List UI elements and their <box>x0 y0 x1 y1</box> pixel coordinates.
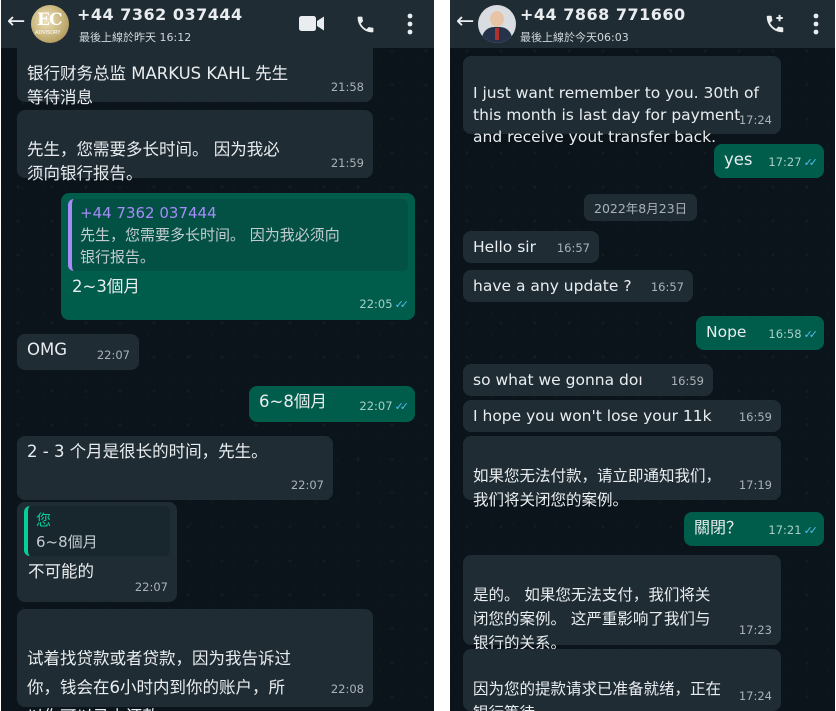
double-check-icon: ✓✓ <box>803 328 819 341</box>
message-text: Nope <box>706 323 747 341</box>
message-time: 16:59 <box>738 410 772 424</box>
video-camera-icon[interactable] <box>299 15 324 32</box>
incoming-message[interactable]: 2 - 3 个月是很长的时间，先生。 22:07 <box>17 436 333 500</box>
incoming-message[interactable]: 是的。 如果您无法支付，我们将关 闭您的案例。 这严重影响了我们与 银行的关系。… <box>463 555 781 652</box>
message-list[interactable]: I just want remember to you. 30th of thi… <box>450 48 835 711</box>
incoming-message[interactable]: 您 6~8個月 不可能的 22:07 <box>17 502 177 602</box>
incoming-message[interactable]: 如果您无法付款，请立即通知我们， 我们将关闭您的案例。 17:19 <box>463 436 781 509</box>
message-text: I hope you won't lose your 11k <box>473 407 712 425</box>
message-text: 6~8個月 <box>259 392 327 411</box>
avatar[interactable] <box>478 5 516 43</box>
incoming-message[interactable]: 因为您的提款请求已准备就绪，正在 银行等待。 17:24 <box>463 649 781 711</box>
quoted-text: 6~8個月 <box>36 533 98 551</box>
outgoing-message[interactable]: 關閉？ 17:21 ✓✓ <box>684 512 824 546</box>
message-text: 關閉？ <box>694 518 743 537</box>
message-text: 先生，您需要多长时间。 因为我必 须向银行报告。 <box>27 140 280 183</box>
incoming-message[interactable]: so what we gonna doı 16:59 <box>463 364 713 396</box>
message-text: 银行财务总监 MARKUS KAHL 先生 等待消息 <box>27 64 289 107</box>
phone-icon[interactable] <box>355 14 376 35</box>
outgoing-message[interactable]: yes 17:27 ✓✓ <box>714 144 824 178</box>
chat-header: ← +44 7868 771660 最後上線於今天06:03 <box>450 0 835 48</box>
message-text: I just want remember to you. 30th of thi… <box>473 84 760 146</box>
message-time: 22:07 <box>134 580 168 594</box>
message-text: 2~3個月 <box>72 277 140 296</box>
message-list[interactable]: 银行财务总监 MARKUS KAHL 先生 等待消息 21:58 先生，您需要多… <box>1 34 434 711</box>
incoming-message[interactable]: have a any update ? 16:57 <box>463 270 693 302</box>
avatar[interactable]: EC ADVISORY <box>31 5 69 43</box>
incoming-message[interactable]: 试着找贷款或者贷款，因为我告诉过 你，钱会在6小时内到你的账户，所 以你可以马上… <box>17 609 373 711</box>
quoted-message[interactable]: 您 6~8個月 <box>24 506 170 556</box>
message-time: 16:57 <box>650 280 684 294</box>
message-time: 22:07 <box>290 478 324 492</box>
message-time: 17:23 <box>738 623 772 637</box>
back-arrow-icon[interactable]: ← <box>456 9 474 34</box>
message-time: 16:58 <box>768 327 802 341</box>
message-time: 21:58 <box>330 80 364 94</box>
avatar-logo-subtext: ADVISORY <box>35 30 61 36</box>
incoming-message[interactable]: 先生，您需要多长时间。 因为我必 须向银行报告。 21:59 <box>17 110 373 183</box>
message-time: 21:59 <box>330 156 364 170</box>
message-text: 试着找贷款或者贷款，因为我告诉过 你，钱会在6小时内到你的账户，所 以你可以马上… <box>27 649 291 711</box>
message-text: 因为您的提款请求已准备就绪，正在 银行等待。 <box>473 680 722 711</box>
last-seen-status: 最後上線於今天06:03 <box>520 31 629 44</box>
quoted-sender: +44 7362 037444 <box>80 204 217 222</box>
message-time: 16:57 <box>556 241 590 255</box>
message-text: 是的。 如果您无法支付，我们将关 闭您的案例。 这严重影响了我们与 银行的关系。 <box>473 586 711 652</box>
message-time: 16:59 <box>670 374 704 388</box>
last-seen-status: 最後上線於昨天 16:12 <box>79 31 192 44</box>
incoming-message[interactable]: I just want remember to you. 30th of thi… <box>463 56 781 146</box>
double-check-icon: ✓✓ <box>803 156 819 169</box>
back-arrow-icon[interactable]: ← <box>7 9 25 34</box>
quoted-sender: 您 <box>36 511 52 529</box>
contact-name[interactable]: +44 7362 037444 <box>77 5 243 24</box>
date-chip: 2022年8月23日 <box>584 194 698 221</box>
message-time: 17:24 <box>738 689 772 703</box>
message-time: 17:21 <box>768 523 802 537</box>
add-call-icon[interactable] <box>764 13 786 35</box>
outgoing-message[interactable]: Nope 16:58 ✓✓ <box>696 316 824 350</box>
outgoing-message[interactable]: 6~8個月 22:07 ✓✓ <box>249 386 415 422</box>
more-vertical-icon[interactable] <box>813 13 819 35</box>
message-text: 如果您无法付款，请立即通知我们， 我们将关闭您的案例。 <box>473 467 722 509</box>
left-chat-panel: ← EC ADVISORY +44 7362 037444 最後上線於昨天 16… <box>1 0 434 711</box>
quoted-text: 先生，您需要多长时间。 因为我必须向 银行报告。 <box>80 226 340 266</box>
message-text: Hello sir <box>473 238 536 256</box>
message-text: have a any update ? <box>473 277 632 295</box>
quoted-message[interactable]: +44 7362 037444 先生，您需要多长时间。 因为我必须向 银行报告。 <box>68 199 408 271</box>
double-check-icon: ✓✓ <box>394 400 410 413</box>
message-text: OMG <box>27 340 68 359</box>
message-text: 2 - 3 个月是很长的时间，先生。 <box>27 442 268 461</box>
message-time: 22:08 <box>330 682 364 696</box>
message-time: 22:07 <box>96 348 130 362</box>
avatar-logo-text: EC <box>37 10 62 30</box>
more-vertical-icon[interactable] <box>407 13 413 35</box>
chat-header: ← EC ADVISORY +44 7362 037444 最後上線於昨天 16… <box>1 0 434 48</box>
message-text: yes <box>724 150 753 169</box>
incoming-message[interactable]: Hello sir 16:57 <box>463 231 599 263</box>
contact-name[interactable]: +44 7868 771660 <box>520 5 686 24</box>
message-text: so what we gonna doı <box>473 371 643 389</box>
message-time: 17:24 <box>738 113 772 127</box>
message-time: 17:27 <box>768 155 802 169</box>
outgoing-message[interactable]: +44 7362 037444 先生，您需要多长时间。 因为我必须向 银行报告。… <box>61 193 415 320</box>
right-chat-panel: ← +44 7868 771660 最後上線於今天06:03 I just wa… <box>450 0 835 711</box>
incoming-message[interactable]: OMG 22:07 <box>17 334 139 370</box>
double-check-icon: ✓✓ <box>803 524 819 537</box>
incoming-message[interactable]: I hope you won't lose your 11k 16:59 <box>463 400 781 432</box>
message-time: 22:05 <box>359 297 393 311</box>
double-check-icon: ✓✓ <box>394 298 410 311</box>
message-time: 22:07 <box>359 399 393 413</box>
message-time: 17:19 <box>738 478 772 492</box>
